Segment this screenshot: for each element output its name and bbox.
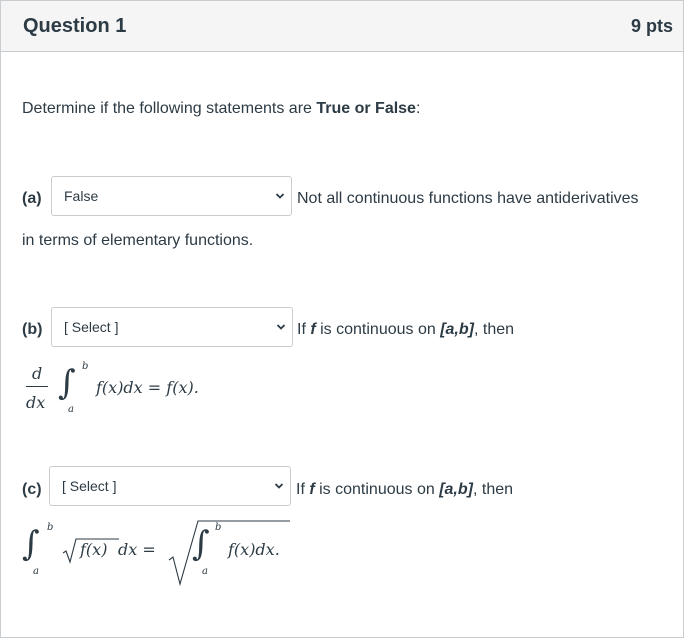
part-b-label: (b) [22,321,43,338]
part-b-d-numerator: d [32,364,43,383]
part-c-interval: [a,b] [439,481,473,498]
part-c-dx-equals: dx = [118,540,156,559]
part-a-statement-line2: in terms of elementary functions. [22,232,254,249]
intro-bold-text: True or False [316,100,416,117]
part-c-lower-limit-2: a [202,566,208,577]
question-points: 9 pts [630,16,673,36]
part-c-label: (c) [22,481,42,498]
question-header: Question 1 9 pts [0,0,684,52]
part-a-statement-line1: Not all continuous functions have antide… [297,190,639,207]
chevron-down-icon [276,324,286,330]
part-b-selected-value: [ Select ] [64,319,119,335]
chevron-down-icon [275,193,285,199]
question-intro: Determine if the following statements ar… [22,100,420,118]
chevron-down-icon [274,483,284,489]
part-c-sqrt-integrand: f(x) [80,540,108,559]
part-b-if: If [297,321,311,338]
part-b-continuous: is continuous on [315,321,441,338]
part-c-continuous: is continuous on [314,481,440,498]
part-b-select[interactable]: [ Select ] [51,307,293,347]
part-b-integrand: f(x)dx = f(x). [96,378,199,397]
part-b-upper-limit: b [82,361,89,372]
part-a-selected-value: False [64,188,99,204]
part-a-select[interactable]: False [51,176,292,216]
part-b-interval: [a,b] [440,321,474,338]
part-c-select[interactable]: [ Select ] [49,466,291,506]
part-c-selected-value: [ Select ] [62,478,117,494]
part-b-lower-limit: a [68,404,74,415]
part-c-integral-sign-2: ∫ [192,524,210,564]
part-b-then: , then [473,321,515,338]
part-c-then: , then [472,481,514,498]
part-b-dx-denominator: dx [26,393,46,412]
part-c-integral-sign: ∫ [22,524,40,564]
part-c-lower-limit: a [33,566,39,577]
part-c-condition: If f is continuous on [a,b], then [296,481,513,499]
part-c-if: If [296,481,310,498]
question-title: Question 1 [23,15,127,37]
part-c-upper-limit: b [47,522,54,533]
intro-text: Determine if the following statements ar… [22,100,317,117]
part-b-fraction-bar [26,386,48,387]
intro-suffix: : [415,100,421,117]
part-c-integrand-2: f(x)dx. [228,540,280,559]
part-b-condition: If f is continuous on [a,b], then [297,321,514,339]
part-b-integral-sign: ∫ [58,363,76,403]
part-c-upper-limit-2: b [215,522,222,533]
part-a-label: (a) [22,190,42,207]
